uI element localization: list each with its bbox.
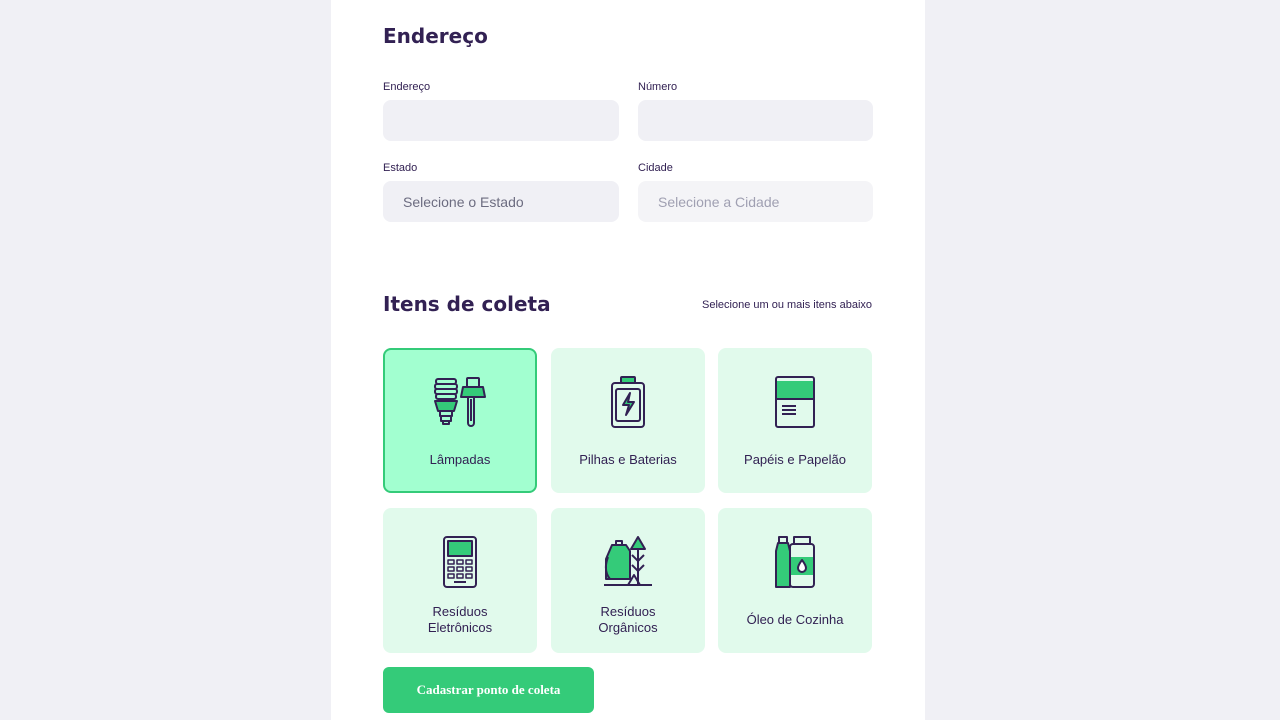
- address-input[interactable]: [383, 100, 619, 141]
- state-label: Estado: [383, 162, 418, 174]
- item-label-line1: Resíduos: [600, 604, 656, 619]
- item-label: Óleo de Cozinha: [746, 612, 844, 627]
- address-label: Endereço: [383, 81, 431, 93]
- state-select[interactable]: Selecione o Estado: [383, 181, 619, 222]
- item-label: Pilhas e Baterias: [579, 452, 677, 467]
- lamps-icon: [434, 377, 486, 427]
- item-label: Papéis e Papelão: [744, 452, 846, 467]
- address-section-title: Endereço: [383, 24, 488, 48]
- item-label-line2: Eletrônicos: [427, 620, 493, 635]
- item-label-line1: Resíduos: [432, 604, 488, 619]
- paper-icon: [775, 376, 815, 428]
- state-select-placeholder: Selecione o Estado: [403, 193, 524, 210]
- item-residuos-eletronicos[interactable]: Resíduos Eletrônicos: [383, 508, 537, 653]
- city-select-placeholder: Selecione a Cidade: [658, 193, 780, 210]
- item-papeis-papelao[interactable]: Papéis e Papelão: [718, 348, 872, 493]
- number-input[interactable]: [638, 100, 873, 141]
- city-select[interactable]: Selecione a Cidade: [638, 181, 873, 222]
- item-pilhas-baterias[interactable]: Pilhas e Baterias: [551, 348, 705, 493]
- items-section-title: Itens de coleta: [383, 292, 551, 316]
- item-label-line2: Orgânicos: [598, 620, 658, 635]
- number-label: Número: [638, 81, 678, 93]
- organic-icon: [604, 536, 652, 586]
- oil-icon: [775, 536, 815, 588]
- item-residuos-organicos[interactable]: Resíduos Orgânicos: [551, 508, 705, 653]
- electronics-icon: [443, 536, 477, 588]
- city-label: Cidade: [638, 162, 673, 174]
- items-hint: Selecione um ou mais itens abaixo: [702, 299, 872, 311]
- battery-icon: [611, 376, 645, 428]
- item-lampadas[interactable]: Lâmpadas: [383, 348, 537, 493]
- submit-button[interactable]: Cadastrar ponto de coleta: [383, 667, 594, 713]
- item-label: Lâmpadas: [429, 452, 491, 467]
- item-oleo-cozinha[interactable]: Óleo de Cozinha: [718, 508, 872, 653]
